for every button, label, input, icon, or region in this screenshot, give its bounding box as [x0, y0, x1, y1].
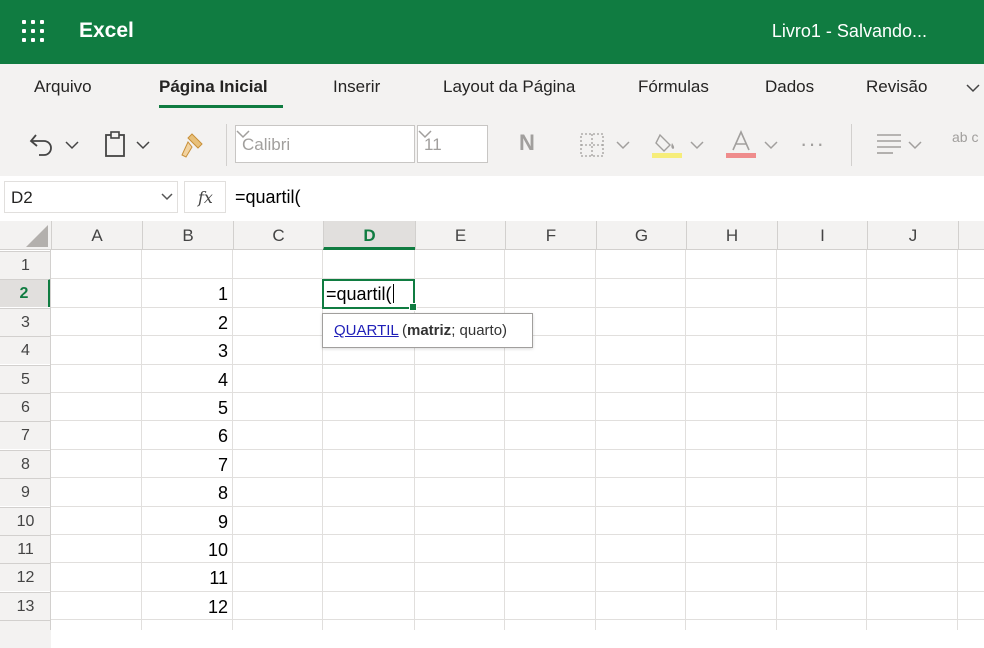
column-header-h[interactable]: H: [686, 221, 777, 250]
document-title[interactable]: Livro1 - Salvando...: [772, 21, 927, 42]
align-dropdown-chevron-icon[interactable]: [908, 140, 922, 150]
cell-b6[interactable]: 5: [142, 394, 228, 422]
text-caret: [392, 284, 394, 303]
row-header-10[interactable]: 10: [0, 506, 51, 535]
font-name-select[interactable]: Calibri: [235, 125, 415, 163]
row-header-9[interactable]: 9: [0, 478, 51, 507]
column-header-d[interactable]: D: [323, 221, 415, 250]
column-gridline: [776, 250, 777, 630]
active-cell[interactable]: =quartil(: [322, 279, 417, 311]
column-header-partial[interactable]: [958, 221, 984, 250]
fill-color-dropdown-chevron-icon[interactable]: [690, 140, 704, 150]
fill-handle[interactable]: [409, 303, 417, 311]
fill-color-icon[interactable]: [652, 129, 682, 159]
select-all-corner[interactable]: [0, 221, 51, 250]
wrap-text-button[interactable]: ab c: [952, 130, 982, 144]
cell-b9[interactable]: 8: [142, 479, 228, 507]
name-box[interactable]: D2: [4, 181, 178, 213]
column-header-c[interactable]: C: [233, 221, 323, 250]
active-cell-text: =quartil(: [326, 284, 394, 305]
font-color-icon[interactable]: [726, 129, 756, 159]
borders-icon[interactable]: [579, 132, 605, 158]
font-size-value: 11: [424, 135, 442, 154]
column-header-e[interactable]: E: [415, 221, 505, 250]
name-box-value: D2: [11, 188, 33, 207]
column-header-i[interactable]: I: [777, 221, 867, 250]
row-header-6[interactable]: 6: [0, 393, 51, 421]
fx-icon: fx: [198, 188, 213, 207]
cell-b13[interactable]: 12: [142, 593, 228, 621]
args-rest: ; quarto): [451, 322, 508, 339]
toolbar-separator: [226, 124, 227, 166]
column-gridline: [595, 250, 596, 630]
row-header-8[interactable]: 8: [0, 449, 51, 478]
tab-dados[interactable]: Dados: [765, 77, 814, 97]
cell-b2[interactable]: 1: [142, 280, 228, 308]
app-launcher-icon[interactable]: [22, 20, 46, 44]
cell-b4[interactable]: 3: [142, 337, 228, 365]
ribbon-more-chevron-icon[interactable]: [966, 83, 980, 93]
column-gridline: [232, 250, 233, 630]
row-gridline: [51, 278, 984, 280]
column-header-g[interactable]: G: [596, 221, 686, 250]
formula-input[interactable]: =quartil(: [235, 187, 301, 208]
function-arguments: (matriz; quarto): [402, 322, 507, 339]
row-header-12[interactable]: 12: [0, 563, 51, 592]
paste-dropdown-chevron-icon[interactable]: [136, 140, 150, 150]
font-size-select[interactable]: 11: [417, 125, 488, 163]
row-header-partial[interactable]: [0, 620, 51, 648]
tab-pagina-inicial[interactable]: Página Inicial: [159, 77, 268, 97]
app-name[interactable]: Excel: [79, 19, 134, 43]
cell-b5[interactable]: 4: [142, 366, 228, 394]
column-header-f[interactable]: F: [505, 221, 596, 250]
more-options-button[interactable]: ···: [800, 131, 825, 157]
bold-button[interactable]: N: [519, 130, 535, 156]
app-header: Excel Livro1 - Salvando...: [0, 0, 984, 64]
paste-clipboard-icon[interactable]: [104, 130, 128, 158]
toolbar-separator: [851, 124, 852, 166]
column-gridline: [685, 250, 686, 630]
column-gridline: [866, 250, 867, 630]
undo-dropdown-chevron-icon[interactable]: [65, 140, 79, 150]
tab-formulas[interactable]: Fórmulas: [638, 77, 709, 97]
tab-arquivo[interactable]: Arquivo: [34, 77, 92, 97]
row-header-5[interactable]: 5: [0, 364, 51, 393]
column-header-a[interactable]: A: [51, 221, 142, 250]
tab-revisao[interactable]: Revisão: [866, 77, 927, 97]
active-cell-content: =quartil(: [326, 284, 392, 304]
row-header-13[interactable]: 13: [0, 591, 51, 620]
column-header-b[interactable]: B: [142, 221, 233, 250]
row-header-divider: [50, 250, 51, 630]
insert-function-button[interactable]: fx: [184, 181, 226, 213]
row-header-7[interactable]: 7: [0, 421, 51, 450]
column-gridline: [957, 250, 958, 630]
current-argument: matriz: [407, 322, 452, 339]
column-gridline: [504, 250, 505, 630]
column-header-j[interactable]: J: [867, 221, 958, 250]
format-painter-icon[interactable]: [178, 131, 206, 159]
active-tab-indicator: [159, 105, 283, 108]
function-autocomplete-tooltip: QUARTIL (matriz; quarto): [322, 313, 533, 348]
tab-inserir[interactable]: Inserir: [333, 77, 380, 97]
font-name-value: Calibri: [242, 135, 291, 154]
row-header-3[interactable]: 3: [0, 307, 51, 336]
cell-b10[interactable]: 9: [142, 508, 228, 536]
borders-dropdown-chevron-icon[interactable]: [616, 140, 630, 150]
cell-b11[interactable]: 10: [142, 536, 228, 564]
name-box-chevron-icon: [161, 193, 173, 201]
row-header-4[interactable]: 4: [0, 336, 51, 365]
font-color-dropdown-chevron-icon[interactable]: [764, 140, 778, 150]
function-name-link[interactable]: QUARTIL: [334, 322, 399, 339]
cell-b7[interactable]: 6: [142, 422, 228, 450]
cell-b12[interactable]: 11: [142, 564, 228, 592]
tab-layout-da-pagina[interactable]: Layout da Página: [443, 77, 575, 97]
cell-b3[interactable]: 2: [142, 309, 228, 337]
cell-b8[interactable]: 7: [142, 451, 228, 479]
align-icon[interactable]: [875, 131, 903, 157]
row-header-11[interactable]: 11: [0, 535, 51, 563]
row-header-2[interactable]: 2: [0, 279, 51, 308]
undo-icon[interactable]: [28, 131, 56, 157]
row-header-1[interactable]: 1: [0, 251, 51, 279]
